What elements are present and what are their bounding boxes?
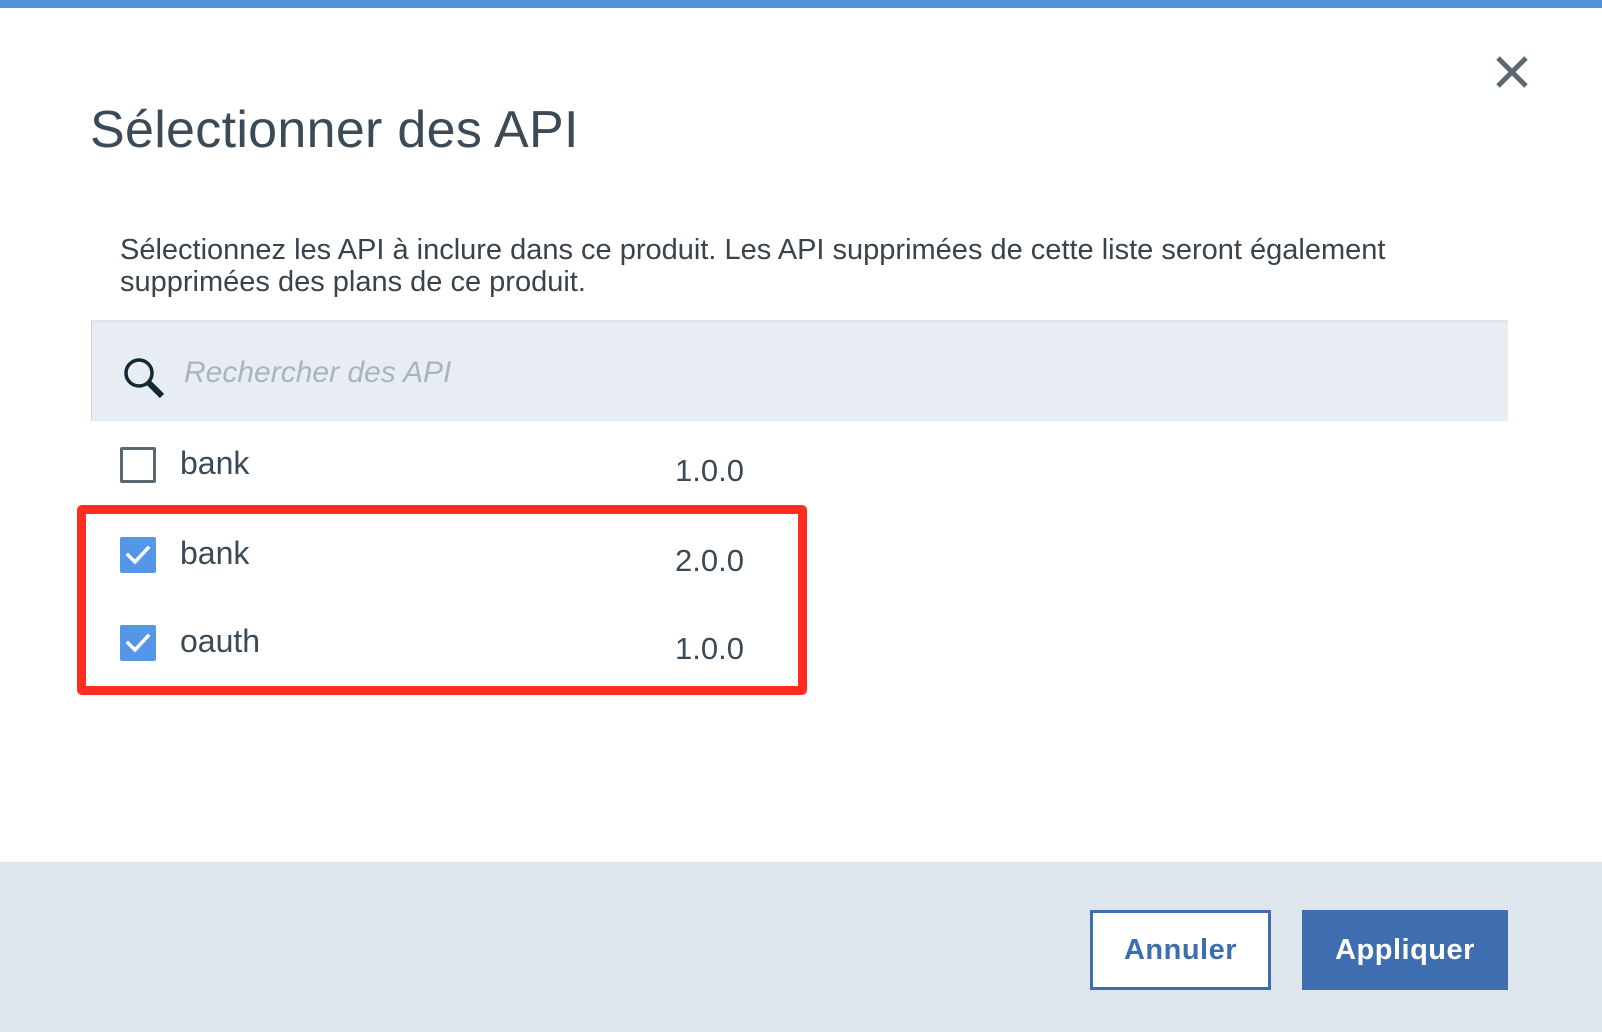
api-checkbox-bank-1[interactable]: [120, 447, 156, 483]
close-icon[interactable]: [1490, 50, 1534, 94]
checkmark-icon: [125, 545, 151, 565]
api-list-item[interactable]: bank 2.0.0: [120, 535, 760, 581]
api-version: 1.0.0: [675, 453, 744, 488]
dialog-description: Sélectionnez les API à inclure dans ce p…: [120, 234, 1386, 298]
api-name: bank: [180, 445, 250, 481]
dialog-top-accent-bar: [0, 0, 1602, 8]
apply-button[interactable]: Appliquer: [1302, 910, 1508, 990]
api-checkbox-oauth[interactable]: [120, 625, 156, 661]
cancel-button[interactable]: Annuler: [1090, 910, 1271, 990]
api-name: bank: [180, 535, 250, 571]
api-list-item[interactable]: bank 1.0.0: [120, 445, 760, 491]
api-version: 2.0.0: [675, 543, 744, 578]
search-input[interactable]: [182, 344, 1486, 402]
select-apis-dialog: Sélectionner des API Sélectionnez les AP…: [0, 0, 1602, 1032]
close-button[interactable]: [1490, 50, 1534, 94]
search-icon: [124, 358, 165, 399]
api-version: 1.0.0: [675, 631, 744, 666]
api-checkbox-bank-2[interactable]: [120, 537, 156, 573]
checkmark-icon: [125, 633, 151, 653]
api-name: oauth: [180, 623, 261, 659]
dialog-title: Sélectionner des API: [90, 101, 579, 159]
dialog-footer: Annuler Appliquer: [0, 862, 1602, 1032]
api-list-item[interactable]: oauth 1.0.0: [120, 623, 760, 669]
search-bar: [91, 320, 1508, 421]
